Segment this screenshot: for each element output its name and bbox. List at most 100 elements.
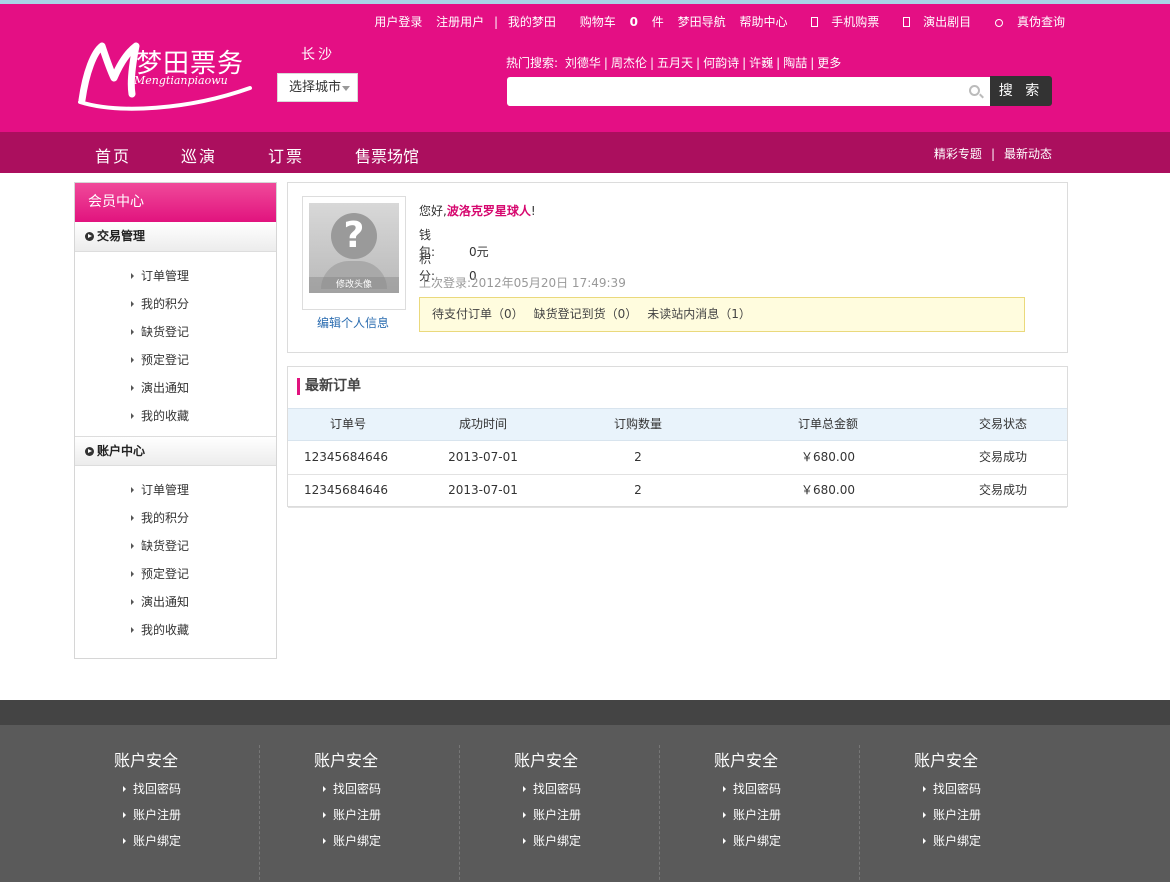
table-row[interactable]: 12345684646 2013-07-01 2 ￥680.00 交易成功 xyxy=(288,475,1067,508)
triangle-right-icon xyxy=(323,838,326,844)
triangle-right-icon xyxy=(523,786,526,792)
footer-link[interactable]: 账户注册 xyxy=(923,806,981,823)
hot-keyword[interactable]: 何韵诗 xyxy=(703,56,739,70)
phone-icon xyxy=(811,17,819,27)
sidebar-group-trade[interactable]: 交易管理 xyxy=(75,222,276,252)
triangle-right-icon xyxy=(131,627,134,633)
sidebar-group-label: 交易管理 xyxy=(97,229,146,243)
order-status: 交易成功 xyxy=(978,483,1027,497)
separator: | xyxy=(494,15,499,29)
footer-link[interactable]: 找回密码 xyxy=(523,780,581,797)
footer-link-label: 找回密码 xyxy=(533,782,582,796)
triangle-right-icon xyxy=(923,812,926,818)
column-header: 订购数量 xyxy=(613,417,662,431)
cart-link[interactable]: 购物车 0 件 xyxy=(570,15,664,29)
authenticity-check-link[interactable]: 真伪查询 xyxy=(985,15,1065,29)
order-time: 2013-07-01 xyxy=(448,450,518,464)
hot-search-label: 热门搜索: xyxy=(506,56,559,70)
nav-news-link[interactable]: 最新动态 xyxy=(1004,147,1052,161)
sidebar-item-label: 我的积分 xyxy=(141,297,190,311)
city-select-dropdown[interactable]: 选择城市 xyxy=(277,73,358,102)
mobile-ticket-link[interactable]: 手机购票 xyxy=(801,15,879,29)
sidebar-item[interactable]: 缺货登记 xyxy=(75,318,276,346)
magnifier-icon xyxy=(994,19,1003,27)
login-link[interactable]: 用户登录 xyxy=(374,15,422,29)
nav-right-links: 精彩专题 | 最新动态 xyxy=(934,145,1052,162)
footer-link[interactable]: 账户绑定 xyxy=(523,832,581,849)
hot-keyword[interactable]: 周杰伦 xyxy=(611,56,647,70)
footer-link[interactable]: 账户绑定 xyxy=(123,832,181,849)
unread-messages-link[interactable]: 未读站内消息（1） xyxy=(647,307,761,321)
shows-link[interactable]: 演出剧目 xyxy=(893,15,971,29)
footer-link[interactable]: 账户绑定 xyxy=(923,832,981,849)
sidebar-item[interactable]: 预定登记 xyxy=(75,560,276,588)
footer-link[interactable]: 账户绑定 xyxy=(723,832,781,849)
sidebar-item[interactable]: 缺货登记 xyxy=(75,532,276,560)
sidebar-item[interactable]: 订单管理 xyxy=(75,476,276,504)
top-links-bar: 用户登录 注册用户 | 我的梦田 购物车 0 件 梦田导航 帮助中心 手机购票 … xyxy=(374,13,1065,30)
triangle-right-icon xyxy=(131,599,134,605)
footer-link-label: 账户注册 xyxy=(733,808,782,822)
footer-link[interactable]: 账户注册 xyxy=(123,806,181,823)
cart-count: 0 xyxy=(629,15,638,29)
footer-link[interactable]: 账户注册 xyxy=(323,806,381,823)
nav-tickets[interactable]: 订票 xyxy=(268,143,304,167)
footer-link[interactable]: 找回密码 xyxy=(723,780,781,797)
sidebar-item[interactable]: 我的收藏 xyxy=(75,402,276,430)
footer-link[interactable]: 找回密码 xyxy=(123,780,181,797)
order-time: 2013-07-01 xyxy=(448,483,518,497)
nav-home[interactable]: 首页 xyxy=(95,143,131,167)
avatar-caption: 修改头像 xyxy=(309,277,399,293)
footer-link[interactable]: 找回密码 xyxy=(323,780,381,797)
order-status: 交易成功 xyxy=(978,450,1027,464)
triangle-right-icon xyxy=(131,571,134,577)
table-row[interactable]: 12345684646 2013-07-01 2 ￥680.00 交易成功 xyxy=(288,442,1067,475)
triangle-right-icon xyxy=(723,838,726,844)
triangle-right-icon xyxy=(131,515,134,521)
site-nav-link[interactable]: 梦田导航 xyxy=(678,15,726,29)
avatar[interactable]: ? 修改头像 xyxy=(309,203,399,293)
footer-link-label: 账户绑定 xyxy=(333,834,382,848)
notice-bar: 待支付订单（0） 缺货登记到货（0） 未读站内消息（1） xyxy=(419,297,1025,332)
hot-keyword[interactable]: 许巍 xyxy=(749,56,773,70)
sidebar-group-account[interactable]: 账户中心 xyxy=(75,436,276,466)
edit-profile-link[interactable]: 编辑个人信息 xyxy=(317,314,389,331)
footer-link-label: 账户注册 xyxy=(533,808,582,822)
footer-column: 账户安全 找回密码 账户注册 账户绑定 xyxy=(460,745,660,882)
register-link[interactable]: 注册用户 xyxy=(436,15,484,29)
sidebar-item[interactable]: 我的收藏 xyxy=(75,616,276,644)
triangle-right-icon xyxy=(131,357,134,363)
search-input[interactable] xyxy=(507,77,990,106)
nav-tour[interactable]: 巡演 xyxy=(181,143,217,167)
search-button[interactable]: 搜 索 xyxy=(990,76,1052,106)
footer-link[interactable]: 账户注册 xyxy=(723,806,781,823)
footer-link[interactable]: 账户绑定 xyxy=(323,832,381,849)
sidebar-item[interactable]: 预定登记 xyxy=(75,346,276,374)
orders-title: 最新订单 xyxy=(297,378,361,395)
nav-topics-link[interactable]: 精彩专题 xyxy=(934,147,982,161)
footer-column: 账户安全 找回密码 账户注册 账户绑定 xyxy=(60,745,260,882)
notice-item: 缺货登记到货（0） xyxy=(533,307,638,321)
sidebar-item[interactable]: 我的积分 xyxy=(75,290,276,318)
hot-keyword[interactable]: 刘德华 xyxy=(565,56,601,70)
help-center-link[interactable]: 帮助中心 xyxy=(739,15,787,29)
footer-link-label: 账户注册 xyxy=(333,808,382,822)
footer-link-label: 账户注册 xyxy=(133,808,182,822)
city-select-label: 选择城市 xyxy=(289,80,342,95)
footer-column-title: 账户安全 xyxy=(914,751,979,770)
sidebar-item[interactable]: 我的积分 xyxy=(75,504,276,532)
nav-venues[interactable]: 售票场馆 xyxy=(355,143,419,167)
hot-keyword-more[interactable]: 更多 xyxy=(817,56,841,70)
pending-payment-link[interactable]: 待支付订单（0） xyxy=(432,307,534,321)
hot-keyword[interactable]: 陶喆 xyxy=(783,56,807,70)
sidebar-item[interactable]: 演出通知 xyxy=(75,374,276,402)
sidebar-item-label: 演出通知 xyxy=(141,595,190,609)
sidebar-item[interactable]: 订单管理 xyxy=(75,262,276,290)
stock-arrival-link[interactable]: 缺货登记到货（0） xyxy=(534,307,648,321)
my-mengtian-link[interactable]: 我的梦田 xyxy=(508,15,556,29)
sidebar-item-label: 我的积分 xyxy=(141,511,190,525)
footer-link[interactable]: 找回密码 xyxy=(923,780,981,797)
hot-keyword[interactable]: 五月天 xyxy=(657,56,693,70)
footer-link[interactable]: 账户注册 xyxy=(523,806,581,823)
sidebar-item[interactable]: 演出通知 xyxy=(75,588,276,616)
